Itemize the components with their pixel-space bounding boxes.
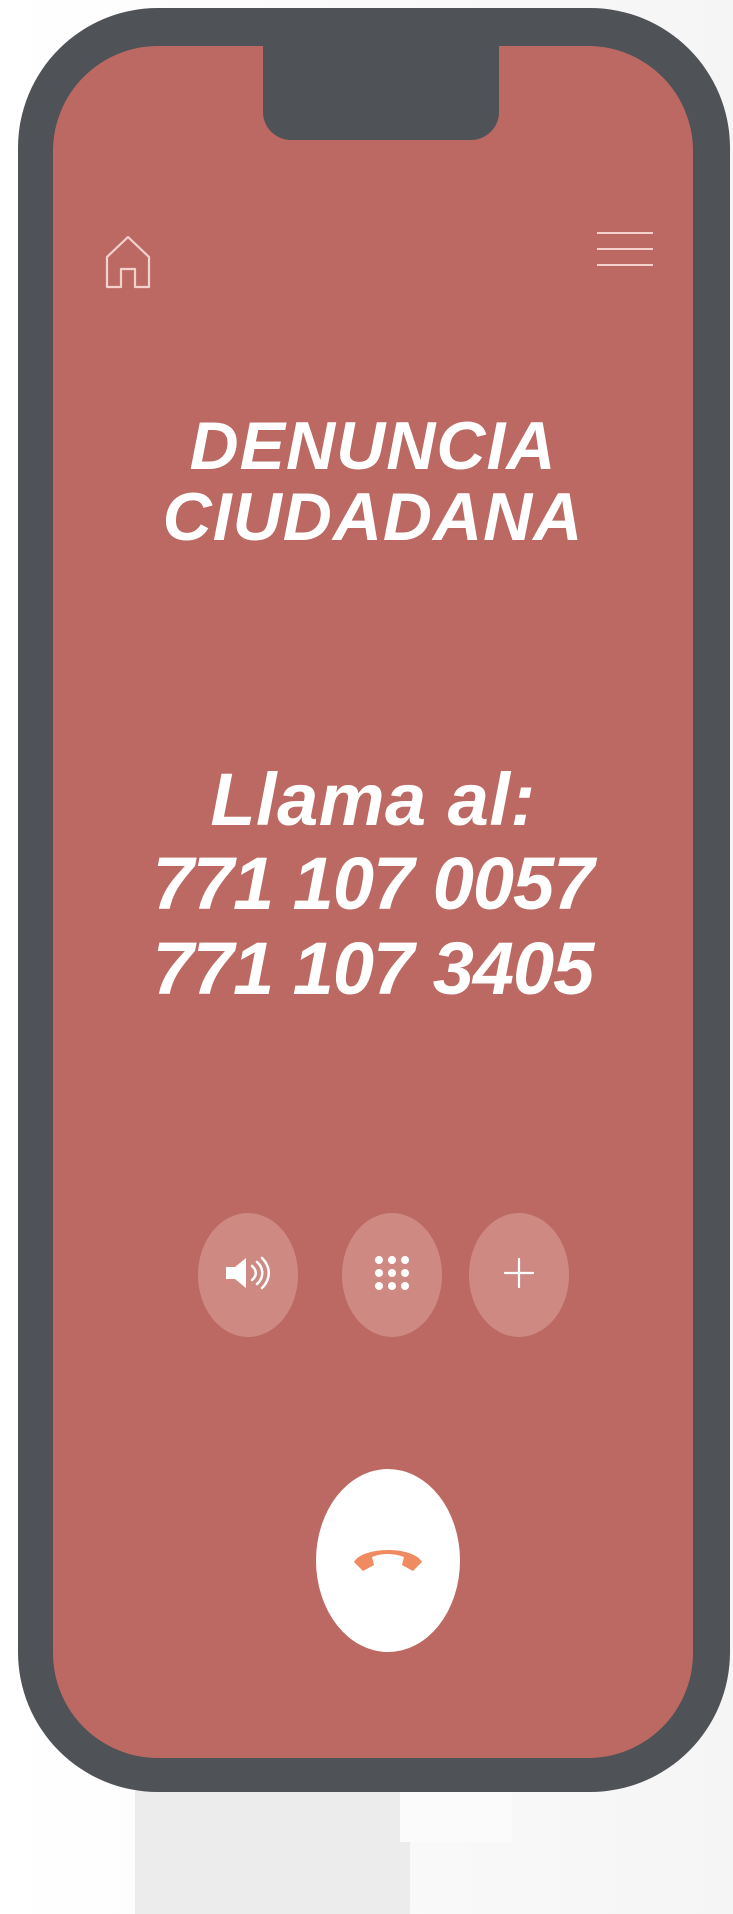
page-title: DENUNCIA CIUDADANA bbox=[118, 411, 628, 552]
keypad-button[interactable] bbox=[342, 1213, 442, 1337]
menu-icon[interactable] bbox=[593, 226, 657, 280]
title-line-2: CIUDADANA bbox=[162, 478, 584, 555]
home-icon[interactable] bbox=[98, 226, 158, 296]
page: DENUNCIA CIUDADANA Llama al: 771 107 005… bbox=[0, 0, 733, 1914]
end-call-icon bbox=[345, 1538, 431, 1584]
call-controls bbox=[198, 1213, 569, 1337]
title-line-1: DENUNCIA bbox=[189, 408, 557, 484]
end-call-button[interactable] bbox=[316, 1469, 460, 1652]
speaker-icon bbox=[222, 1253, 274, 1297]
call-info: Llama al: 771 107 0057 771 107 3405 bbox=[95, 758, 651, 1011]
call-label: Llama al: bbox=[210, 758, 536, 841]
background-shape-right bbox=[400, 1792, 512, 1842]
speaker-button[interactable] bbox=[198, 1213, 298, 1337]
add-call-button[interactable] bbox=[469, 1213, 569, 1337]
keypad-icon bbox=[371, 1252, 413, 1298]
phone-number-1[interactable]: 771 107 0057 bbox=[95, 842, 651, 926]
background-shape-left bbox=[135, 1780, 410, 1914]
phone-number-2[interactable]: 771 107 3405 bbox=[95, 927, 651, 1011]
phone-frame: DENUNCIA CIUDADANA Llama al: 771 107 005… bbox=[18, 8, 730, 1792]
phone-screen: DENUNCIA CIUDADANA Llama al: 771 107 005… bbox=[53, 46, 693, 1758]
phone-notch bbox=[263, 46, 499, 140]
plus-icon bbox=[500, 1254, 538, 1296]
